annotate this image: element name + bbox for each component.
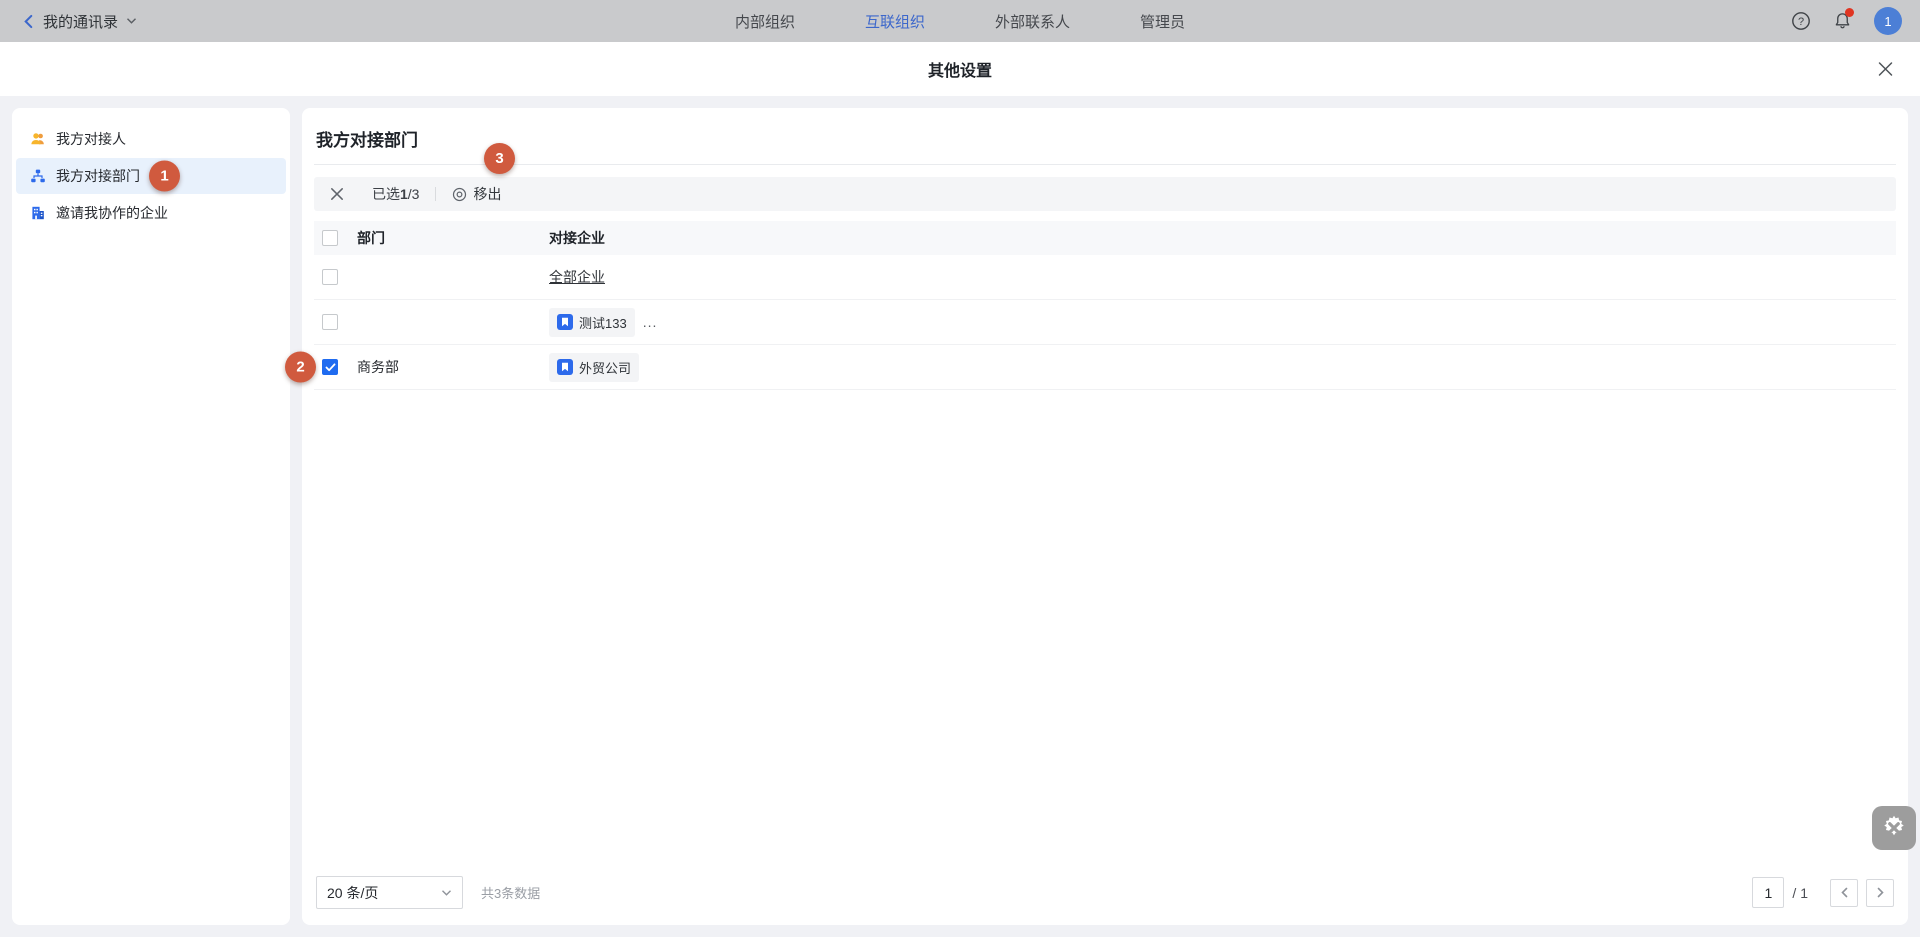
org-tree-icon: [30, 168, 46, 184]
tab-admin[interactable]: 管理员: [1140, 11, 1185, 32]
row-checkbox-checked[interactable]: [322, 359, 338, 375]
avatar[interactable]: 1: [1874, 7, 1902, 35]
page-title: 我方对接部门: [314, 120, 1896, 165]
notification-bell-icon[interactable]: [1833, 11, 1852, 31]
help-icon[interactable]: ?: [1791, 11, 1811, 31]
topbar-actions: ? 1: [1791, 7, 1902, 35]
table-header: 部门 对接企业: [314, 221, 1896, 255]
all-companies-link[interactable]: 全部企业: [549, 267, 605, 287]
people-icon: [30, 131, 46, 147]
table-row: 全部企业: [314, 255, 1896, 300]
settings-sidebar: 我方对接人 我方对接部门 1 邀请我协作的企业: [12, 108, 290, 925]
department-name: 商务部: [357, 357, 549, 377]
page-size-value: 20 条/页: [327, 883, 378, 903]
remove-circle-icon: [452, 187, 467, 202]
page-number-input[interactable]: [1752, 877, 1784, 908]
svg-text:?: ?: [1798, 16, 1804, 28]
more-ellipsis[interactable]: ...: [643, 314, 658, 330]
company-tag-label: 测试133: [579, 313, 627, 332]
pager: / 1: [1752, 877, 1894, 908]
page-size-select[interactable]: 20 条/页: [316, 876, 463, 909]
annotation-badge-3: 3: [484, 143, 515, 174]
remove-button[interactable]: 移出: [452, 184, 501, 204]
sidebar-item-our-departments[interactable]: 我方对接部门 1: [16, 158, 286, 194]
sidebar-item-label: 我方对接部门: [56, 166, 140, 186]
back-label: 我的通讯录: [43, 11, 118, 32]
toolbar-divider: [435, 187, 436, 201]
gear-tools-icon: [1879, 813, 1909, 843]
annotation-badge-1: 1: [149, 161, 180, 192]
select-all-checkbox[interactable]: [322, 230, 338, 246]
modal-header: 其他设置: [0, 42, 1920, 96]
building-icon: [30, 205, 46, 221]
selected-count-text: 已选1/3: [372, 184, 419, 204]
selection-toolbar: 已选1/3 移出 3: [314, 177, 1896, 211]
tab-internal-org[interactable]: 内部组织: [735, 11, 795, 32]
bookmark-icon: [557, 314, 573, 330]
sidebar-item-inviting-companies[interactable]: 邀请我协作的企业: [16, 195, 286, 231]
top-nav-tabs: 内部组织 互联组织 外部联系人 管理员: [735, 11, 1185, 32]
chevron-down-icon: [441, 889, 452, 897]
sidebar-item-our-contacts[interactable]: 我方对接人: [16, 121, 286, 157]
sidebar-item-label: 我方对接人: [56, 129, 126, 149]
main-panel: 我方对接部门 已选1/3 移出 3 部门 对接企业 全部企业: [302, 108, 1908, 925]
row-checkbox[interactable]: [322, 314, 338, 330]
next-page-button[interactable]: [1866, 879, 1894, 907]
column-header-company: 对接企业: [549, 228, 1896, 248]
close-icon[interactable]: [1877, 61, 1894, 78]
tab-connected-org[interactable]: 互联组织: [865, 11, 925, 32]
column-header-department: 部门: [357, 228, 549, 248]
back-navigation[interactable]: 我的通讯录: [22, 11, 137, 32]
back-chevron-icon: [22, 14, 35, 29]
company-tag: 外贸公司: [549, 353, 639, 382]
notification-dot: [1845, 8, 1854, 17]
floating-settings-button[interactable]: [1872, 806, 1916, 850]
company-tag: 测试133: [549, 308, 635, 337]
page-total-text: / 1: [1792, 885, 1808, 901]
row-checkbox[interactable]: [322, 269, 338, 285]
modal-title: 其他设置: [928, 57, 992, 81]
clear-selection-icon[interactable]: [330, 187, 344, 201]
annotation-badge-2: 2: [285, 352, 316, 383]
modal-body: 我方对接人 我方对接部门 1 邀请我协作的企业 我方对接部门 已选1/3: [0, 96, 1920, 937]
table-row-selected: 2 商务部 外贸公司: [314, 345, 1896, 390]
chevron-down-icon: [126, 17, 137, 25]
tab-external-contacts[interactable]: 外部联系人: [995, 11, 1070, 32]
topbar: 我的通讯录 内部组织 互联组织 外部联系人 管理员 ? 1: [0, 0, 1920, 42]
bookmark-icon: [557, 359, 573, 375]
table-row: 测试133 ...: [314, 300, 1896, 345]
pagination-footer: 20 条/页 共3条数据 / 1: [314, 876, 1896, 925]
prev-page-button[interactable]: [1830, 879, 1858, 907]
sidebar-item-label: 邀请我协作的企业: [56, 203, 168, 223]
total-count-text: 共3条数据: [481, 883, 540, 902]
company-tag-label: 外贸公司: [579, 358, 631, 377]
remove-label: 移出: [473, 184, 501, 204]
